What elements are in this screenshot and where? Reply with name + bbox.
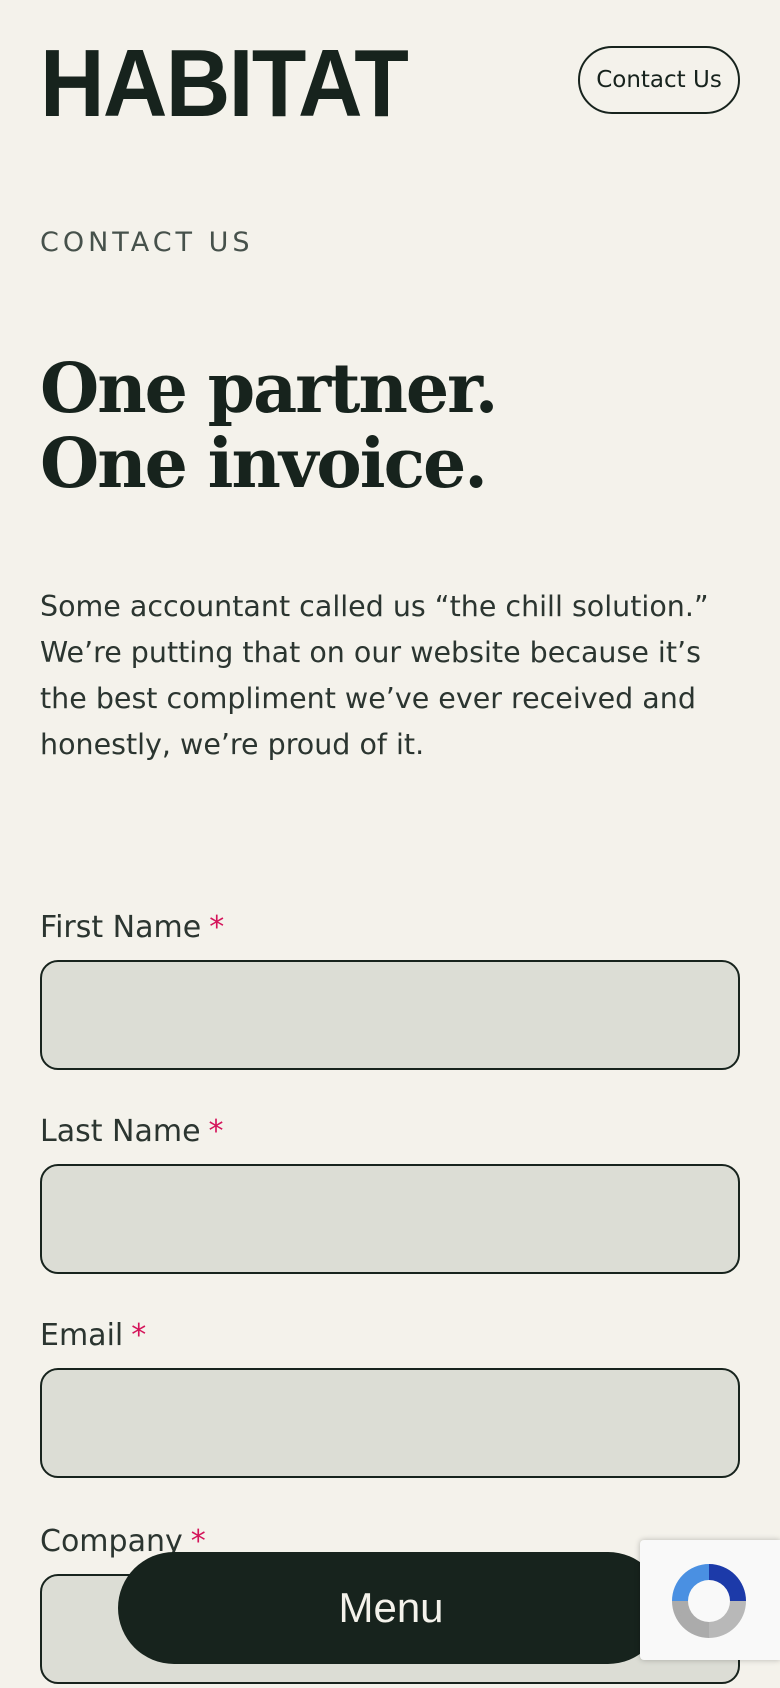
last-name-label-text: Last Name <box>40 1114 201 1149</box>
required-asterisk: * <box>209 910 225 945</box>
contact-us-button[interactable]: Contact Us <box>578 46 740 114</box>
first-name-label: First Name * <box>40 910 224 945</box>
headline-line-1: One partner. <box>40 349 498 429</box>
email-input[interactable] <box>40 1368 740 1478</box>
last-name-label: Last Name * <box>40 1114 224 1149</box>
required-asterisk: * <box>131 1318 147 1353</box>
first-name-label-text: First Name <box>40 910 202 945</box>
habitat-logo[interactable]: HABITAT <box>40 36 409 132</box>
contact-page: HABITAT Contact Us CONTACT US One partne… <box>0 0 780 1688</box>
email-label: Email * <box>40 1318 146 1353</box>
section-eyebrow: CONTACT US <box>40 227 254 258</box>
recaptcha-badge[interactable] <box>640 1540 780 1660</box>
recaptcha-icon <box>672 1564 746 1638</box>
headline-line-2: One invoice. <box>40 424 488 504</box>
first-name-input[interactable] <box>40 960 740 1070</box>
email-label-text: Email <box>40 1318 124 1353</box>
intro-paragraph: Some accountant called us “the chill sol… <box>40 590 709 761</box>
required-asterisk: * <box>208 1114 224 1149</box>
last-name-input[interactable] <box>40 1164 740 1274</box>
menu-button[interactable]: Menu <box>118 1552 664 1664</box>
page-headline: One partner. One invoice. <box>40 349 498 504</box>
